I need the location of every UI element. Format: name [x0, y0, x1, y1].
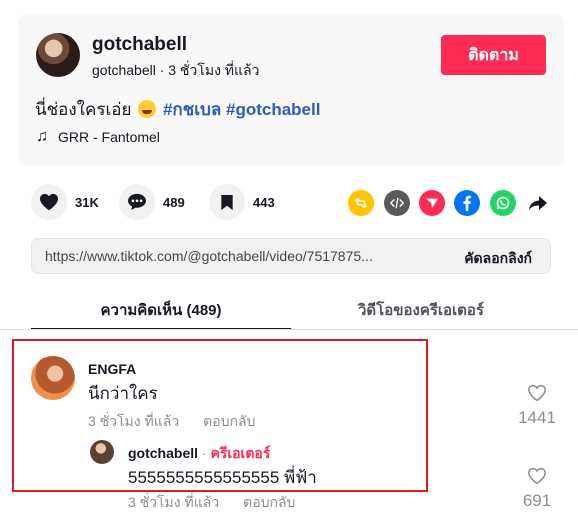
- music-link[interactable]: ♫ GRR - Fantomel: [36, 128, 160, 146]
- post-time: 3 ชั่วโมง ที่แล้ว: [168, 62, 260, 78]
- follow-button[interactable]: ติดตาม: [441, 35, 546, 75]
- reply-like[interactable]: 691: [517, 467, 557, 511]
- comment-action[interactable]: 489: [119, 184, 185, 220]
- comment-reply-button[interactable]: ตอบกลับ: [203, 413, 255, 429]
- author-handle[interactable]: gotchabell: [92, 62, 156, 78]
- divider: [0, 329, 578, 330]
- music-note-icon: ♫: [36, 128, 48, 145]
- tab-comments[interactable]: ความคิดเห็น (489): [31, 298, 291, 322]
- facebook-icon[interactable]: [454, 190, 480, 216]
- comment-count: 489: [163, 194, 185, 210]
- author-avatar[interactable]: [36, 33, 80, 77]
- post-caption: นี่ช่องใครเอ่ย #กชเบล #gotchabell: [35, 96, 320, 123]
- tab-bar: ความคิดเห็น (489) วิดีโอของครีเอเตอร์: [31, 292, 551, 330]
- laughing-emoji-icon: [138, 100, 157, 118]
- comment-text: นีกว่าใคร: [88, 384, 158, 403]
- repost-icon[interactable]: [348, 190, 374, 216]
- music-title[interactable]: GRR - Fantomel: [58, 129, 160, 145]
- reply-author: gotchabell · ครีเอเตอร์: [128, 443, 270, 465]
- author-name[interactable]: gotchabell: [92, 34, 187, 56]
- send-icon[interactable]: [419, 190, 445, 216]
- heart-outline-icon[interactable]: [527, 384, 547, 402]
- reply-meta: 3 ชั่วโมง ที่แล้ว ตอบกลับ: [128, 492, 295, 514]
- commenter-avatar[interactable]: [31, 356, 75, 400]
- like-action[interactable]: 31K: [31, 184, 99, 220]
- video-url[interactable]: https://www.tiktok.com/@gotchabell/video…: [45, 248, 425, 264]
- comment-like-count: 1441: [518, 408, 556, 427]
- tab-creator-videos[interactable]: วิดีโอของครีเอเตอร์: [291, 298, 551, 322]
- creator-badge: ครีเอเตอร์: [210, 445, 271, 461]
- bookmark-icon[interactable]: [209, 184, 245, 220]
- heart-outline-icon[interactable]: [527, 467, 547, 485]
- meta-separator: ·: [155, 62, 169, 78]
- reply-avatar[interactable]: [90, 440, 114, 464]
- whatsapp-icon[interactable]: [490, 190, 516, 216]
- caption-text: นี่ช่องใครเอ่ย: [35, 100, 132, 119]
- save-action[interactable]: 443: [209, 184, 275, 220]
- reply-time: 3 ชั่วโมง ที่แล้ว: [128, 494, 220, 510]
- embed-icon[interactable]: [384, 190, 410, 216]
- comment-like[interactable]: 1441: [517, 384, 557, 428]
- hashtag-link[interactable]: #gotchabell: [226, 100, 320, 119]
- action-bar: 31K 489 443: [31, 184, 551, 220]
- comment-icon[interactable]: [119, 184, 155, 220]
- reply-author-name[interactable]: gotchabell: [128, 445, 198, 461]
- hashtag-link[interactable]: #กชเบล: [163, 100, 221, 119]
- reply-text: 5555555555555555 พี่ฟ้า: [128, 468, 317, 487]
- copy-link-button[interactable]: คัดลอกลิงก์: [464, 248, 532, 270]
- comment-meta: 3 ชั่วโมง ที่แล้ว ตอบกลับ: [88, 411, 255, 433]
- commenter-name[interactable]: ENGFA: [88, 361, 136, 377]
- link-copy-box: https://www.tiktok.com/@gotchabell/video…: [31, 238, 551, 274]
- reply-reply-button[interactable]: ตอบกลับ: [243, 494, 295, 510]
- reply-like-count: 691: [522, 491, 552, 510]
- author-meta: gotchabell · 3 ชั่วโมง ที่แล้ว: [92, 60, 260, 82]
- like-count: 31K: [75, 194, 99, 210]
- reply-separator: ·: [198, 445, 211, 461]
- heart-icon[interactable]: [31, 184, 67, 220]
- comment-time: 3 ชั่วโมง ที่แล้ว: [88, 413, 180, 429]
- save-count: 443: [253, 194, 275, 210]
- share-arrow-icon[interactable]: [525, 190, 551, 216]
